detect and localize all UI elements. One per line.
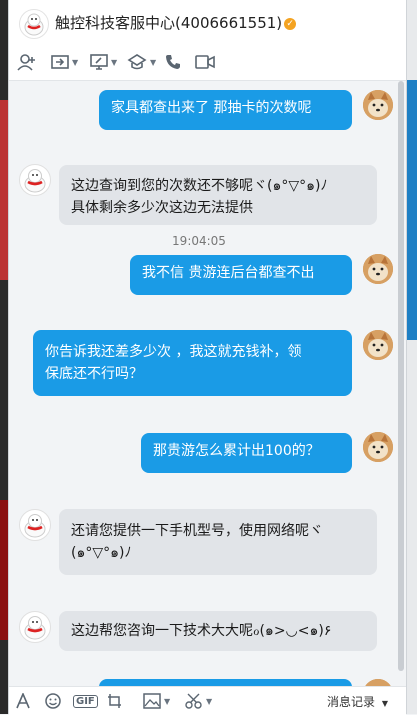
message-timestamp: 19:04:05: [172, 234, 226, 248]
user-avatar[interactable]: [363, 90, 393, 120]
message-text-line: 你告诉我还差多少次 ，我这就充钱补，领: [45, 344, 302, 360]
share-screen-icon[interactable]: ▼: [51, 52, 78, 72]
message-bubble-outgoing[interactable]: 那贵游怎么累计出100的？: [141, 433, 352, 473]
service-avatar-icon[interactable]: [19, 9, 49, 39]
window-title: 触控科技客服中心(4006661551) ✓: [55, 12, 297, 33]
message-text: 我不信 贵游连后台都查不出: [142, 265, 315, 281]
gif-label: GIF: [73, 694, 98, 708]
emoji-icon[interactable]: [45, 693, 61, 709]
message-bubble-outgoing-partial[interactable]: [99, 679, 352, 686]
message-bubble-outgoing[interactable]: 我不信 贵游连后台都查不出: [130, 255, 352, 295]
remote-desktop-icon[interactable]: ▼: [90, 52, 117, 72]
user-avatar[interactable]: [363, 679, 393, 686]
message-list[interactable]: 家具都查出来了 那抽卡的次数呢 这边查询到您的次数还不够呢ヾ(๑°▽°๑)ﾉ 具…: [9, 81, 406, 686]
video-icon[interactable]: [195, 52, 215, 72]
message-bubble-outgoing[interactable]: 家具都查出来了 那抽卡的次数呢: [99, 90, 352, 130]
chevron-down-icon[interactable]: ▼: [382, 699, 388, 708]
background-strip: [0, 100, 8, 280]
user-avatar[interactable]: [363, 254, 393, 284]
message-text-line: 具体剩余多少次这边无法提供: [71, 200, 253, 216]
app-center-icon[interactable]: ▼: [127, 52, 156, 72]
font-icon[interactable]: [15, 693, 31, 709]
message-record-button[interactable]: 消息记录 ▼: [327, 693, 388, 710]
toolbar: ▼ ▼ ▼: [9, 44, 406, 81]
chevron-down-icon[interactable]: ▼: [164, 697, 170, 706]
scissors-icon[interactable]: ▼: [185, 693, 212, 709]
chevron-down-icon[interactable]: ▼: [150, 58, 156, 67]
service-avatar[interactable]: [19, 509, 51, 541]
image-icon[interactable]: ▼: [143, 693, 170, 709]
user-avatar[interactable]: [363, 330, 393, 360]
message-bubble-incoming[interactable]: 这边查询到您的次数还不够呢ヾ(๑°▽°๑)ﾉ 具体剩余多少次这边无法提供: [59, 165, 377, 225]
message-bubble-incoming[interactable]: 还请您提供一下手机型号，使用网络呢ヾ (๑°▽°๑)ﾉ: [59, 509, 377, 575]
add-friend-icon[interactable]: [17, 52, 37, 72]
message-text: 那贵游怎么累计出100的？: [153, 443, 320, 459]
message-record-label: 消息记录: [327, 695, 376, 709]
chevron-down-icon[interactable]: ▼: [72, 58, 78, 67]
chevron-down-icon[interactable]: ▼: [206, 697, 212, 706]
user-avatar[interactable]: [363, 432, 393, 462]
input-toolbar: GIF ▼ ▼ 消息记录 ▼: [9, 686, 406, 715]
message-text: 家具都查出来了 那抽卡的次数呢: [111, 100, 312, 116]
background-window-left: [0, 0, 8, 714]
message-bubble-incoming[interactable]: 这边帮您咨询一下技术大大呢ℴ(๑>◡<๑)۶: [59, 611, 377, 651]
screenshot-icon[interactable]: [107, 693, 127, 709]
message-text: 这边帮您咨询一下技术大大呢ℴ(๑>◡<๑)۶: [71, 623, 332, 639]
message-text-line: 这边查询到您的次数还不够呢ヾ(๑°▽°๑)ﾉ: [71, 178, 328, 194]
gif-icon[interactable]: GIF: [73, 693, 98, 709]
title-bar: 触控科技客服中心(4006661551) ✓: [9, 0, 406, 44]
scrollbar-thumb[interactable]: [398, 81, 404, 671]
background-strip: [0, 500, 8, 640]
service-avatar[interactable]: [19, 164, 51, 196]
message-text-line: 保底还不行吗？: [45, 366, 143, 382]
window-title-text: 触控科技客服中心(4006661551): [55, 14, 283, 32]
message-text-line: 还请您提供一下手机型号，使用网络呢ヾ: [71, 523, 323, 539]
phone-icon[interactable]: [165, 52, 181, 72]
message-text-line: (๑°▽°๑)ﾉ: [71, 545, 132, 561]
message-scrollbar[interactable]: [398, 81, 404, 686]
message-bubble-outgoing[interactable]: 你告诉我还差多少次 ，我这就充钱补，领 保底还不行吗？: [33, 330, 352, 396]
service-avatar[interactable]: [19, 611, 51, 643]
chat-window: 触控科技客服中心(4006661551) ✓ ▼ ▼ ▼ 家具都查出来了 那抽卡…: [8, 0, 407, 715]
chevron-down-icon[interactable]: ▼: [111, 58, 117, 67]
verified-badge-icon: ✓: [284, 17, 297, 30]
